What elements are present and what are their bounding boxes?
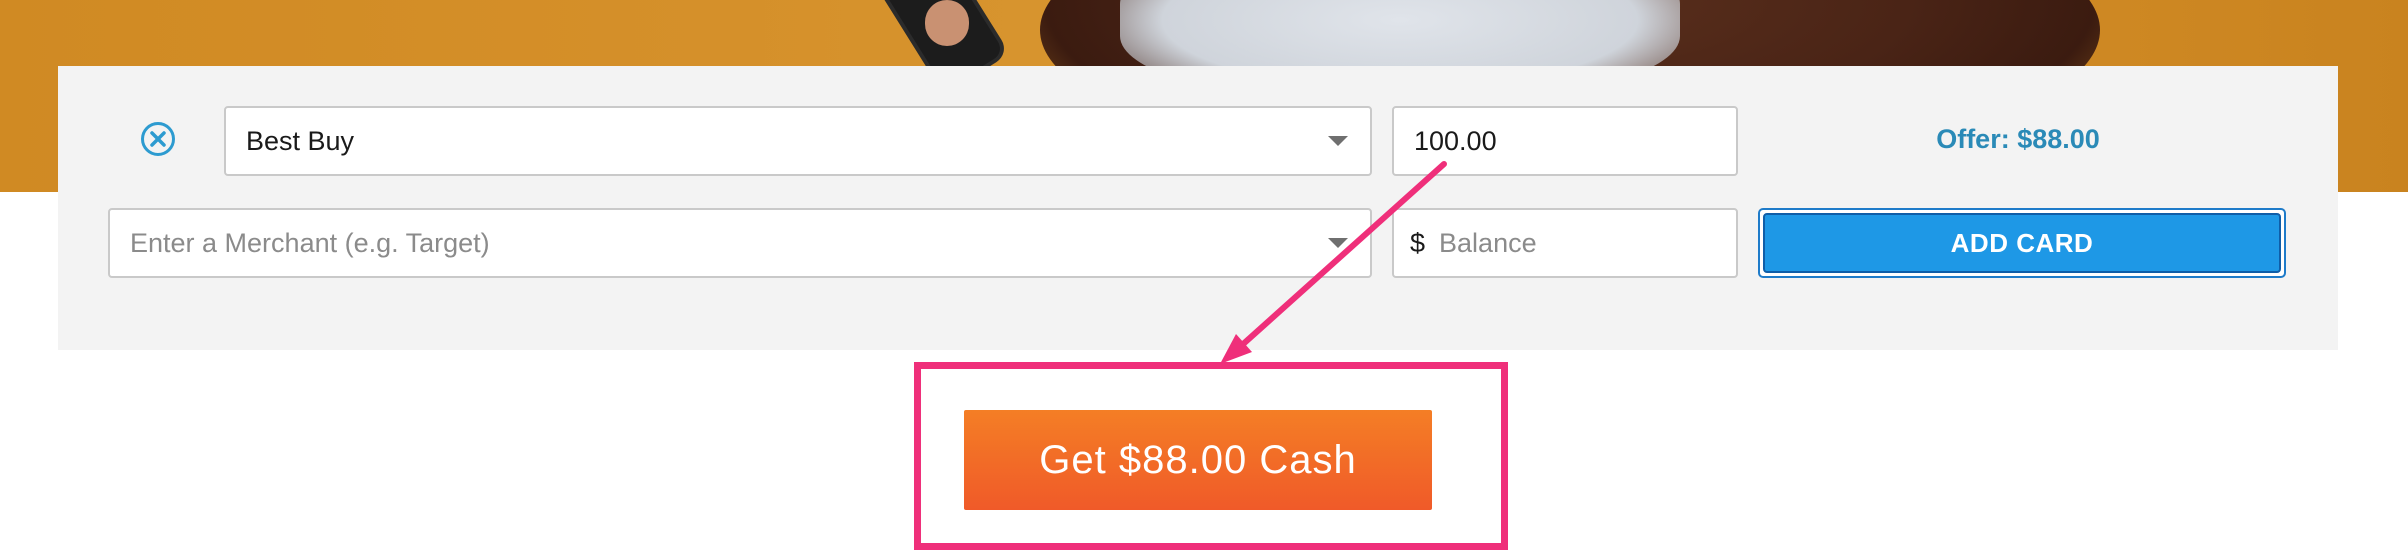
new-merchant-placeholder: Enter a Merchant (e.g. Target) <box>130 227 490 258</box>
hero-hair-curl <box>2370 150 2408 192</box>
gift-card-form: Best Buy 100.00 Offer: $88.00 Enter a Me… <box>58 66 2338 350</box>
close-icon <box>150 131 166 147</box>
amount-input-value: 100.00 <box>1414 125 1497 156</box>
remove-card-icon[interactable] <box>141 122 175 156</box>
chevron-down-icon <box>1328 136 1348 146</box>
offer-amount: Offer: $88.00 <box>1936 124 2100 154</box>
add-card-label: ADD CARD <box>1763 213 2281 273</box>
add-card-button[interactable]: ADD CARD <box>1758 208 2286 278</box>
chevron-down-icon <box>1328 238 1348 248</box>
merchant-select[interactable]: Best Buy <box>224 106 1372 176</box>
merchant-select-value: Best Buy <box>246 125 355 156</box>
hero-hand-shape <box>925 0 969 46</box>
currency-symbol: $ <box>1410 227 1426 258</box>
amount-input[interactable]: 100.00 <box>1392 106 1738 176</box>
balance-placeholder: Balance <box>1439 227 1537 258</box>
get-cash-button[interactable]: Get $88.00 Cash <box>964 410 1432 510</box>
balance-input[interactable]: $ Balance <box>1392 208 1738 278</box>
new-merchant-select[interactable]: Enter a Merchant (e.g. Target) <box>108 208 1372 278</box>
